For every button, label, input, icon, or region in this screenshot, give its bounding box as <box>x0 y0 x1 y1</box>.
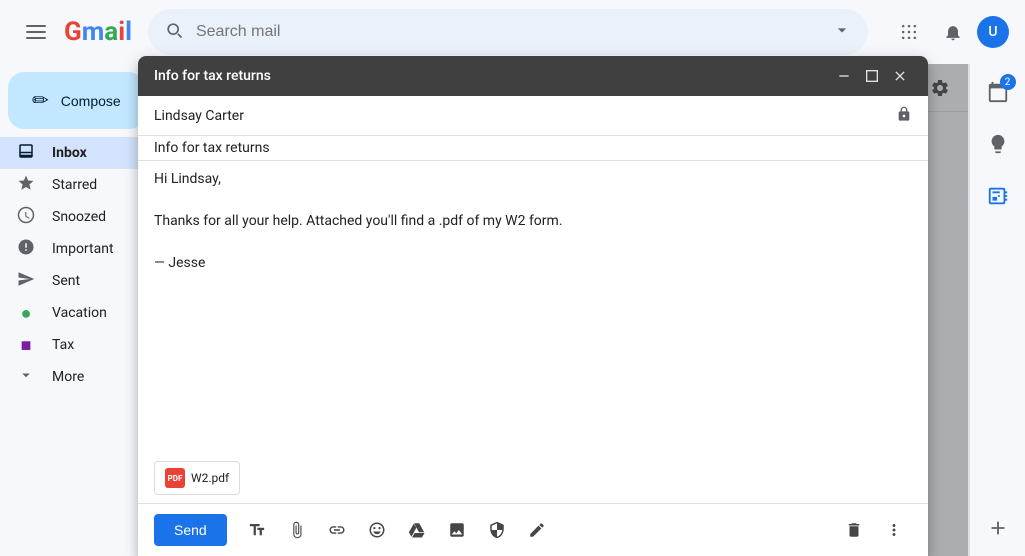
modal-body[interactable]: Hi Lindsay, Thanks for all your help. At… <box>138 161 928 453</box>
vacation-icon: ● <box>16 303 36 324</box>
more-icon <box>16 366 36 389</box>
modal-title: Info for tax returns <box>154 68 832 84</box>
emoji-button[interactable] <box>359 512 395 548</box>
modal-toolbar: Send <box>138 503 928 556</box>
top-bar-left: Gmail <box>16 12 140 52</box>
top-bar: Gmail U <box>0 0 1025 64</box>
compose-icon: ✏ <box>32 88 49 113</box>
calendar-panel-icon[interactable]: 2 <box>978 72 1018 112</box>
right-panel: 2 <box>969 64 1025 556</box>
search-input[interactable] <box>196 23 820 41</box>
body-line-5: — Jesse <box>154 253 912 274</box>
notification-button[interactable] <box>933 12 973 52</box>
avatar[interactable]: U <box>977 16 1009 48</box>
attachment-area: PDF W2.pdf <box>138 453 928 503</box>
modal-actions <box>832 64 912 88</box>
important-icon <box>16 238 36 261</box>
body-line-1: Hi Lindsay, <box>154 169 912 190</box>
pdf-icon: PDF <box>165 468 185 488</box>
compose-label: Compose <box>61 93 121 109</box>
attachment-chip[interactable]: PDF W2.pdf <box>154 461 240 495</box>
subject-field: Info for tax returns <box>138 136 928 161</box>
body-line-2 <box>154 190 912 211</box>
compose-button[interactable]: ✏ Compose <box>8 72 145 129</box>
compose-modal: Info for tax returns <box>138 56 928 556</box>
delete-button[interactable] <box>836 512 872 548</box>
to-value: Lindsay Carter <box>154 108 896 124</box>
content-area: Info for tax returns <box>256 64 1025 556</box>
maximize-button[interactable] <box>860 64 884 88</box>
menu-button[interactable] <box>16 12 56 52</box>
lock-icon <box>896 106 912 126</box>
gmail-logo: Gmail <box>64 17 132 47</box>
tasks-panel-icon[interactable] <box>978 176 1018 216</box>
modal-header: Info for tax returns <box>138 56 928 96</box>
calendar-badge: 2 <box>1000 74 1016 90</box>
keep-panel-icon[interactable] <box>978 124 1018 164</box>
more-compose-options-button[interactable] <box>876 512 912 548</box>
attach-button[interactable] <box>279 512 315 548</box>
inbox-icon <box>16 142 36 165</box>
subject-value: Info for tax returns <box>154 140 912 156</box>
format-button[interactable] <box>239 512 275 548</box>
snooze-icon <box>16 206 36 229</box>
confidential-button[interactable] <box>479 512 515 548</box>
sent-icon <box>16 270 36 293</box>
attachment-name: W2.pdf <box>191 471 229 485</box>
photo-button[interactable] <box>439 512 475 548</box>
to-field: Lindsay Carter <box>138 96 928 136</box>
search-bar[interactable] <box>148 9 868 55</box>
star-icon <box>16 174 36 197</box>
body-line-3: Thanks for all your help. Attached you'l… <box>154 211 912 232</box>
minimize-button[interactable] <box>832 64 856 88</box>
add-apps-icon[interactable] <box>978 508 1018 548</box>
drive-button[interactable] <box>399 512 435 548</box>
main-layout: ✏ Compose Inbox Starred Snoozed <box>0 64 1025 556</box>
close-button[interactable] <box>888 64 912 88</box>
signature-button[interactable] <box>519 512 555 548</box>
send-button[interactable]: Send <box>154 514 227 546</box>
link-button[interactable] <box>319 512 355 548</box>
body-line-4 <box>154 232 912 253</box>
tax-icon: ■ <box>16 335 36 356</box>
search-dropdown-icon[interactable] <box>832 20 852 44</box>
search-icon <box>164 20 184 45</box>
top-bar-right: U <box>889 12 1009 52</box>
app-grid-button[interactable] <box>889 12 929 52</box>
